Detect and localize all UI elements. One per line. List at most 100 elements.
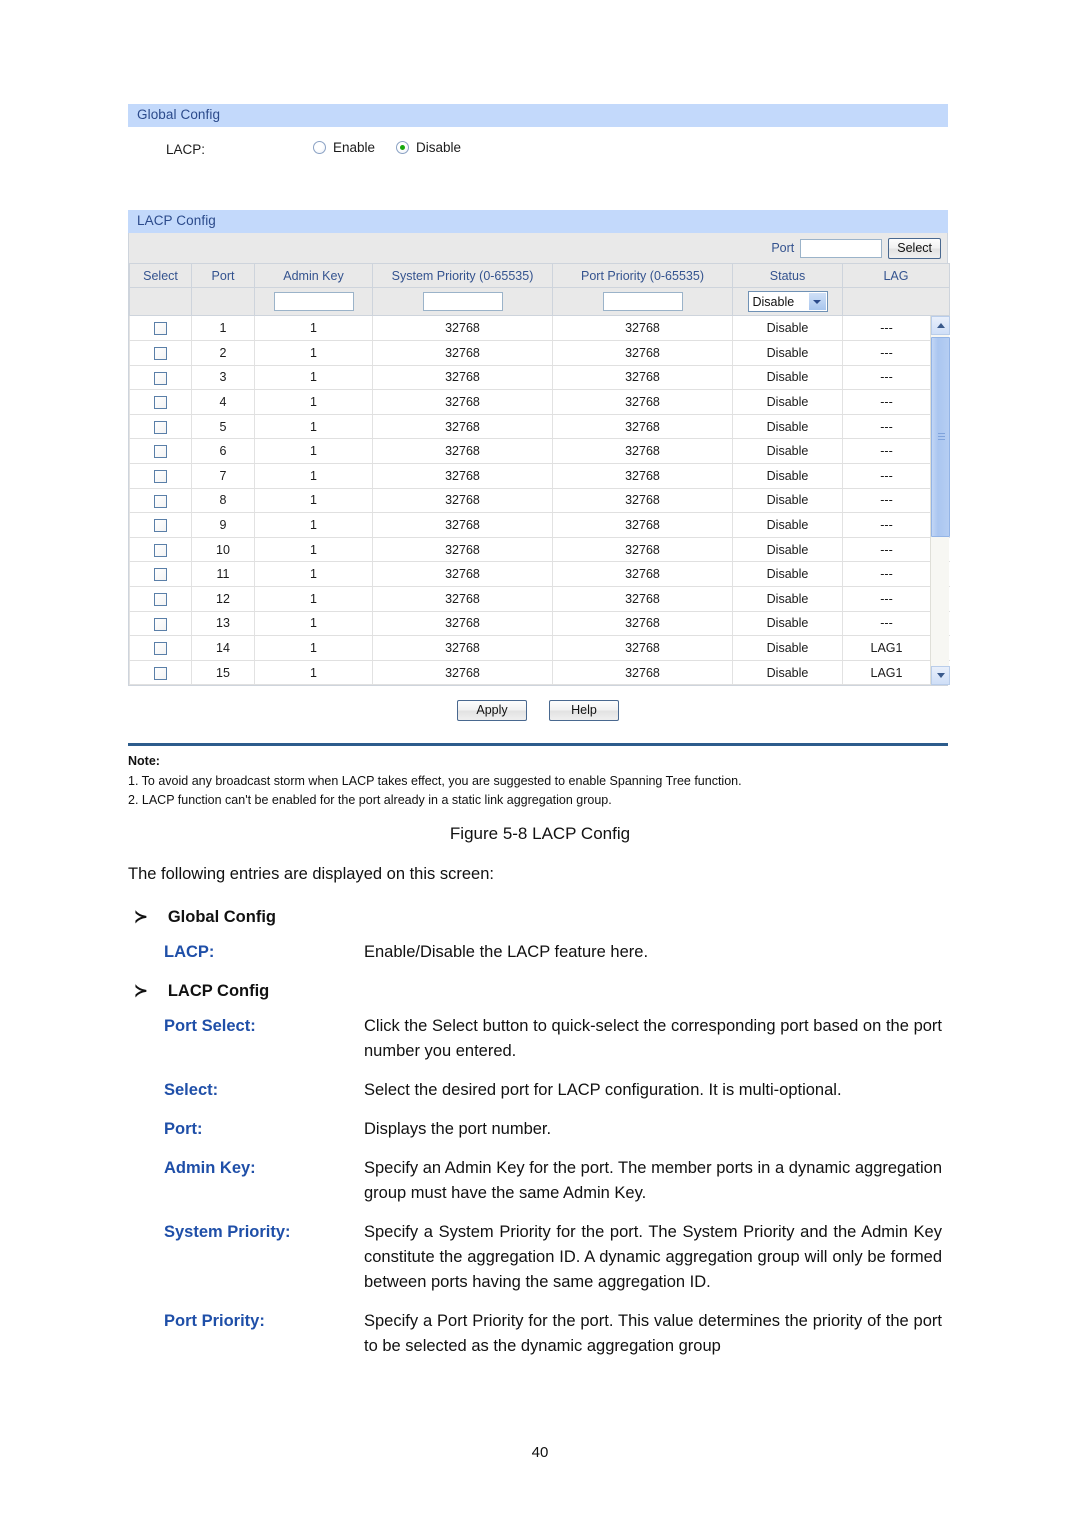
row-system-priority-cell: 32768 — [372, 463, 553, 489]
row-select-cell — [129, 389, 192, 415]
definition-row: LACP: Enable/Disable the LACP feature he… — [164, 940, 942, 965]
definition-row: System Priority: Specify a System Priori… — [164, 1220, 942, 1295]
table-row: 8 1 32768 32768 Disable --- — [129, 488, 950, 514]
lacp-enable-label: Enable — [333, 140, 376, 155]
row-select-checkbox[interactable] — [154, 642, 167, 656]
row-admin-key-cell: 1 — [254, 512, 373, 538]
help-button[interactable]: Help — [549, 699, 619, 721]
admin-key-input[interactable] — [273, 292, 354, 311]
definition-term: System Priority: — [164, 1223, 291, 1241]
row-system-priority-cell: 32768 — [372, 365, 553, 391]
port-select-button[interactable]: Select — [888, 237, 941, 259]
row-select-checkbox[interactable] — [154, 469, 167, 483]
row-admin-key-cell: 1 — [254, 611, 373, 637]
row-status-cell: Disable — [732, 414, 843, 440]
row-status-cell: Disable — [732, 316, 843, 342]
table-row: 6 1 32768 32768 Disable --- — [129, 438, 950, 465]
table-row: 13 1 32768 32768 Disable --- — [129, 611, 950, 637]
status-select[interactable]: Disable — [747, 291, 828, 312]
global-config-body: LACP: Enable Disable — [128, 127, 948, 185]
definition-row: Admin Key: Specify an Admin Key for the … — [164, 1156, 942, 1206]
section-heading-lacp-config: ≻ LACP Config — [134, 979, 942, 1004]
row-select-checkbox[interactable] — [154, 346, 167, 360]
row-select-cell — [129, 463, 192, 489]
lacp-disable-radio[interactable] — [396, 141, 410, 154]
row-port-priority-cell: 32768 — [552, 586, 733, 612]
table-row: 11 1 32768 32768 Disable --- — [129, 561, 950, 588]
row-admin-key-cell: 1 — [254, 365, 373, 391]
apply-button[interactable]: Apply — [457, 699, 527, 721]
row-status-cell: Disable — [732, 488, 843, 514]
row-lag-cell: --- — [842, 365, 931, 391]
row-port-cell: 7 — [191, 463, 255, 489]
table-row: 15 1 32768 32768 Disable LAG1 — [129, 660, 950, 686]
system-priority-input[interactable] — [422, 292, 503, 311]
row-port-priority-cell: 32768 — [552, 463, 733, 489]
row-select-cell — [129, 488, 192, 514]
row-select-checkbox[interactable] — [154, 519, 167, 533]
row-status-cell: Disable — [732, 561, 843, 588]
lacp-enable-radio[interactable] — [313, 141, 326, 154]
row-lag-cell: --- — [842, 611, 931, 637]
row-admin-key-cell: 1 — [254, 561, 373, 588]
row-lag-cell: --- — [842, 586, 931, 612]
row-port-cell: 14 — [191, 635, 255, 661]
row-select-cell — [129, 365, 192, 391]
row-select-checkbox[interactable] — [154, 617, 167, 631]
row-lag-cell: --- — [842, 389, 931, 415]
row-admin-key-cell: 1 — [254, 586, 373, 612]
row-port-priority-cell: 32768 — [552, 660, 733, 686]
col-header-admin-key: Admin Key — [254, 263, 373, 288]
table-row: 7 1 32768 32768 Disable --- — [129, 463, 950, 489]
row-status-cell: Disable — [732, 463, 843, 489]
row-status-cell: Disable — [732, 537, 843, 563]
bulk-status-cell: Disable — [732, 287, 843, 316]
row-select-checkbox[interactable] — [154, 445, 167, 459]
row-lag-cell: --- — [842, 438, 931, 465]
table-row: 5 1 32768 32768 Disable --- — [129, 414, 950, 440]
row-select-checkbox[interactable] — [154, 592, 167, 606]
document-page: Global Config LACP: Enable Disable LACP … — [0, 0, 1080, 1527]
row-select-checkbox[interactable] — [154, 568, 167, 582]
row-select-checkbox[interactable] — [154, 371, 167, 385]
row-lag-cell: --- — [842, 463, 931, 489]
row-port-priority-cell: 32768 — [552, 414, 733, 440]
row-status-cell: Disable — [732, 512, 843, 538]
col-header-system-priority: System Priority (0-65535) — [372, 263, 553, 288]
definition-description: Specify a Port Priority for the port. Th… — [364, 1312, 942, 1355]
row-select-checkbox[interactable] — [154, 494, 167, 508]
row-select-checkbox[interactable] — [154, 543, 167, 557]
row-select-checkbox[interactable] — [154, 322, 167, 336]
global-config-panel: Global Config LACP: Enable Disable — [128, 104, 948, 185]
port-filter-input[interactable] — [800, 238, 883, 258]
col-header-port-priority: Port Priority (0-65535) — [552, 263, 733, 288]
section-heading-label: Global Config — [167, 908, 276, 926]
lacp-config-header: LACP Config — [128, 210, 948, 233]
row-system-priority-cell: 32768 — [372, 488, 553, 514]
row-select-cell — [129, 512, 192, 538]
table-vertical-scrollbar[interactable] — [930, 316, 950, 686]
scroll-up-arrow-icon[interactable] — [931, 316, 950, 335]
row-select-cell — [129, 414, 192, 440]
row-select-checkbox[interactable] — [154, 420, 167, 434]
row-system-priority-cell: 32768 — [372, 537, 553, 563]
row-select-checkbox[interactable] — [154, 666, 167, 680]
row-port-priority-cell: 32768 — [552, 611, 733, 637]
table-row: 10 1 32768 32768 Disable --- — [129, 537, 950, 563]
row-status-cell: Disable — [732, 365, 843, 391]
row-admin-key-cell: 1 — [254, 340, 373, 366]
table-row: 2 1 32768 32768 Disable --- — [129, 340, 950, 366]
table-row: 4 1 32768 32768 Disable --- — [129, 389, 950, 415]
port-priority-input[interactable] — [602, 292, 683, 311]
row-select-checkbox[interactable] — [154, 396, 167, 410]
definition-term: Select: — [164, 1081, 219, 1099]
scroll-down-arrow-icon[interactable] — [931, 666, 950, 686]
row-port-priority-cell: 32768 — [552, 561, 733, 588]
scrollbar-thumb[interactable] — [931, 337, 950, 537]
lacp-table: Select Port Admin Key System Priority (0… — [129, 263, 950, 316]
ui-screenshot-region: Global Config LACP: Enable Disable LACP … — [128, 104, 950, 812]
definition-term: Admin Key: — [164, 1159, 256, 1177]
bulk-lag-cell — [842, 287, 950, 316]
definition-description: Enable/Disable the LACP feature here. — [364, 943, 649, 961]
row-select-cell — [129, 586, 192, 612]
